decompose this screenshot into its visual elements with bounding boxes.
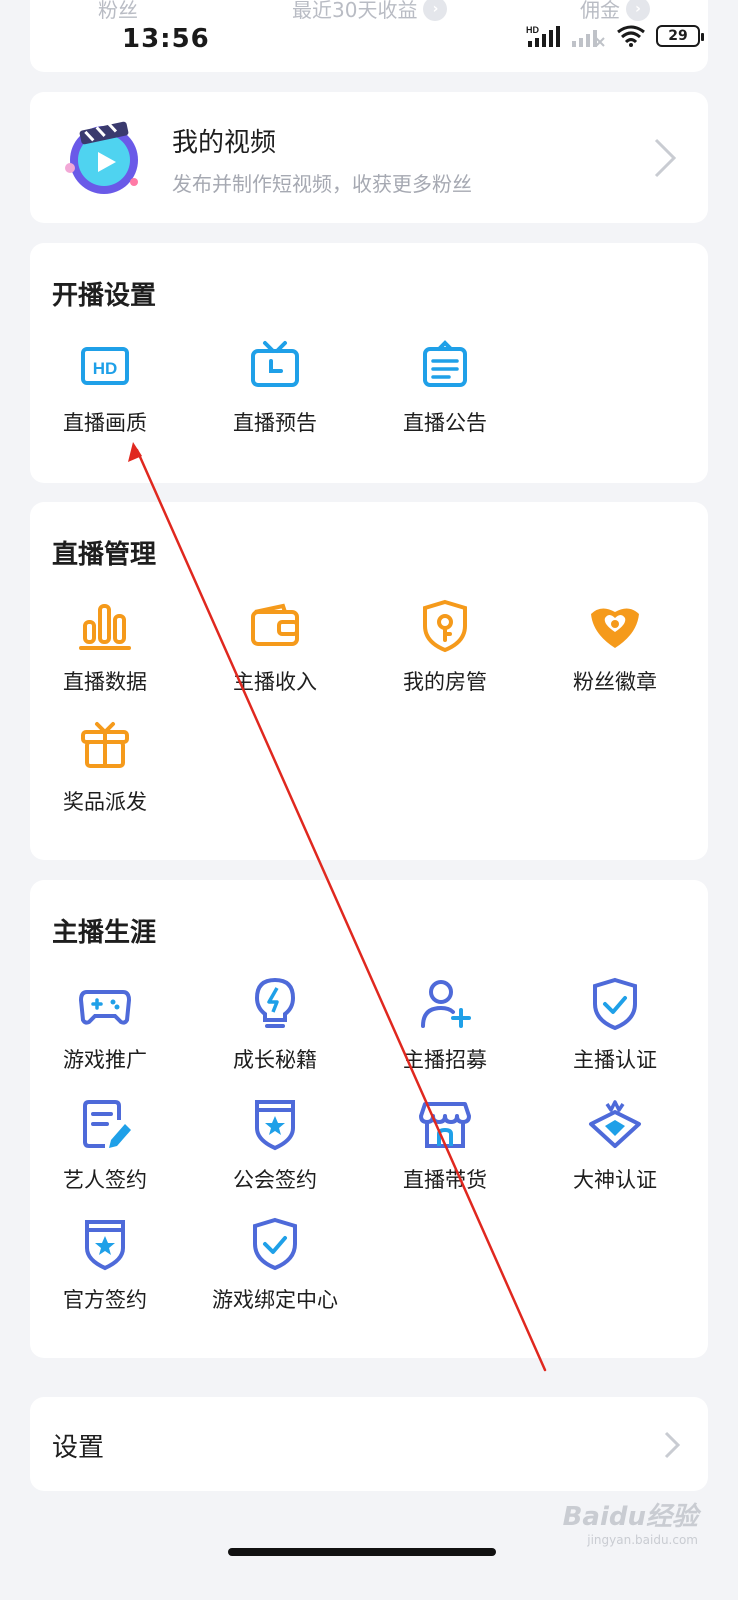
watermark-logo: Baidu经验 jingyan.baidu.com	[563, 1496, 698, 1547]
grid-item-streamer-verification[interactable]: 主播认证	[540, 976, 690, 1074]
wifi-icon	[617, 25, 645, 47]
official-star-icon	[85, 1220, 125, 1271]
grid-item-live-preview[interactable]: 直播预告	[200, 339, 350, 437]
grid-item-label: 直播带货	[403, 1168, 487, 1192]
chevron-right-icon: ›	[423, 0, 448, 21]
streamer-career-card: 主播生涯 游戏推广 成长秘籍 主播招募 主播认证 艺人签约 公会签约 直播带货 …	[30, 880, 708, 1358]
settings-title: 设置	[52, 1433, 105, 1463]
grid-item-label: 直播数据	[63, 670, 147, 694]
section-title: 主播生涯	[52, 918, 157, 948]
grid-item-official-signing[interactable]: 官方签约	[30, 1216, 180, 1314]
battery-indicator: 29	[656, 25, 704, 47]
cellular-signal-weak-icon	[572, 30, 605, 47]
grid-item-guild-signing[interactable]: 公会签约	[200, 1096, 350, 1194]
earnings-stat[interactable]: 最近30天收益 ›	[292, 0, 448, 23]
live-management-card: 直播管理 直播数据 主播收入 我的房管 粉丝徽章 奖品派发	[30, 502, 708, 860]
grid-item-label: 奖品派发	[63, 790, 147, 814]
commission-label: 佣金	[580, 0, 620, 22]
notice-board-icon	[423, 340, 467, 387]
grid-item-fan-badge[interactable]: 粉丝徽章	[540, 598, 690, 696]
section-title: 直播管理	[52, 540, 157, 570]
grid-item-game-promotion[interactable]: 游戏推广	[30, 976, 180, 1074]
home-indicator[interactable]	[228, 1548, 496, 1556]
grid-item-label: 主播认证	[573, 1048, 657, 1072]
grid-item-label: 游戏绑定中心	[212, 1288, 338, 1312]
shop-icon	[419, 1102, 471, 1148]
grid-item-label: 艺人签约	[63, 1168, 147, 1192]
status-time: 13:56	[122, 24, 210, 54]
grid-item-label: 直播画质	[63, 411, 147, 435]
broadcast-settings-card: 开播设置 HD 直播画质 直播预告 直播公告	[30, 243, 708, 483]
gamepad-icon	[78, 990, 132, 1025]
grid-item-label: 粉丝徽章	[573, 670, 657, 694]
grid-item-room-managers[interactable]: 我的房管	[370, 598, 520, 696]
add-user-icon	[421, 980, 471, 1028]
grid-item-label: 大神认证	[573, 1168, 657, 1192]
heart-badge-icon	[591, 608, 639, 648]
chevron-right-icon: ›	[626, 0, 650, 21]
grid-item-live-notice[interactable]: 直播公告	[370, 339, 520, 437]
watermark-brand: Baidu经验	[562, 1502, 698, 1532]
lightbulb-icon	[254, 977, 296, 1028]
grid-item-label: 官方签约	[63, 1288, 147, 1312]
grid-item-master-verification[interactable]: 大神认证	[540, 1096, 690, 1194]
grid-item-game-binding-center[interactable]: 游戏绑定中心	[200, 1216, 350, 1314]
tv-clock-icon	[251, 341, 299, 387]
grid-item-streamer-income[interactable]: 主播收入	[200, 598, 350, 696]
my-videos-card[interactable]: 我的视频 发布并制作短视频，收获更多粉丝	[30, 92, 708, 223]
wallet-icon	[251, 603, 299, 646]
grid-item-growth-guide[interactable]: 成长秘籍	[200, 976, 350, 1074]
grid-item-label: 主播收入	[233, 670, 317, 694]
commission-stat[interactable]: 佣金 ›	[580, 0, 650, 23]
chevron-right-icon	[654, 138, 677, 178]
settings-row[interactable]: 设置	[30, 1397, 708, 1491]
crown-diamond-icon	[589, 1100, 641, 1148]
grid-item-label: 主播招募	[403, 1048, 487, 1072]
shield-check-icon	[253, 1217, 297, 1271]
shield-key-icon	[423, 599, 467, 653]
earnings-label: 最近30天收益	[292, 0, 418, 22]
grid-item-live-commerce[interactable]: 直播带货	[370, 1096, 520, 1194]
svg-text:HD: HD	[526, 25, 539, 35]
grid-item-label: 我的房管	[403, 670, 487, 694]
fans-label: 粉丝	[98, 0, 138, 22]
chevron-right-icon	[664, 1431, 681, 1459]
hd-icon: HD	[81, 347, 129, 385]
cellular-signal-icon: HD	[526, 25, 560, 47]
grid-item-live-data[interactable]: 直播数据	[30, 598, 180, 696]
grid-item-label: 直播预告	[233, 411, 317, 435]
grid-item-live-quality[interactable]: HD 直播画质	[30, 339, 180, 437]
grid-item-streamer-recruit[interactable]: 主播招募	[370, 976, 520, 1074]
badge-star-icon	[255, 1100, 295, 1151]
grid-item-prize-distribution[interactable]: 奖品派发	[30, 718, 180, 816]
video-subtitle: 发布并制作短视频，收获更多粉丝	[172, 172, 472, 196]
video-title: 我的视频	[172, 128, 277, 158]
section-title: 开播设置	[52, 281, 157, 311]
grid-item-label: 成长秘籍	[233, 1048, 317, 1072]
grid-item-artist-signing[interactable]: 艺人签约	[30, 1096, 180, 1194]
grid-item-label: 直播公告	[403, 411, 487, 435]
document-pen-icon	[83, 1100, 131, 1148]
watermark-url: jingyan.baidu.com	[587, 1533, 698, 1547]
grid-item-label: 公会签约	[233, 1168, 317, 1192]
status-icons: HD 29	[526, 24, 704, 48]
svg-text:HD: HD	[93, 359, 118, 378]
clapperboard-icon	[65, 121, 138, 194]
shield-check-icon	[593, 977, 637, 1031]
fans-stat[interactable]: 粉丝	[98, 0, 138, 23]
grid-item-label: 游戏推广	[63, 1048, 147, 1072]
bar-chart-icon	[79, 604, 131, 650]
gift-icon	[81, 722, 129, 768]
